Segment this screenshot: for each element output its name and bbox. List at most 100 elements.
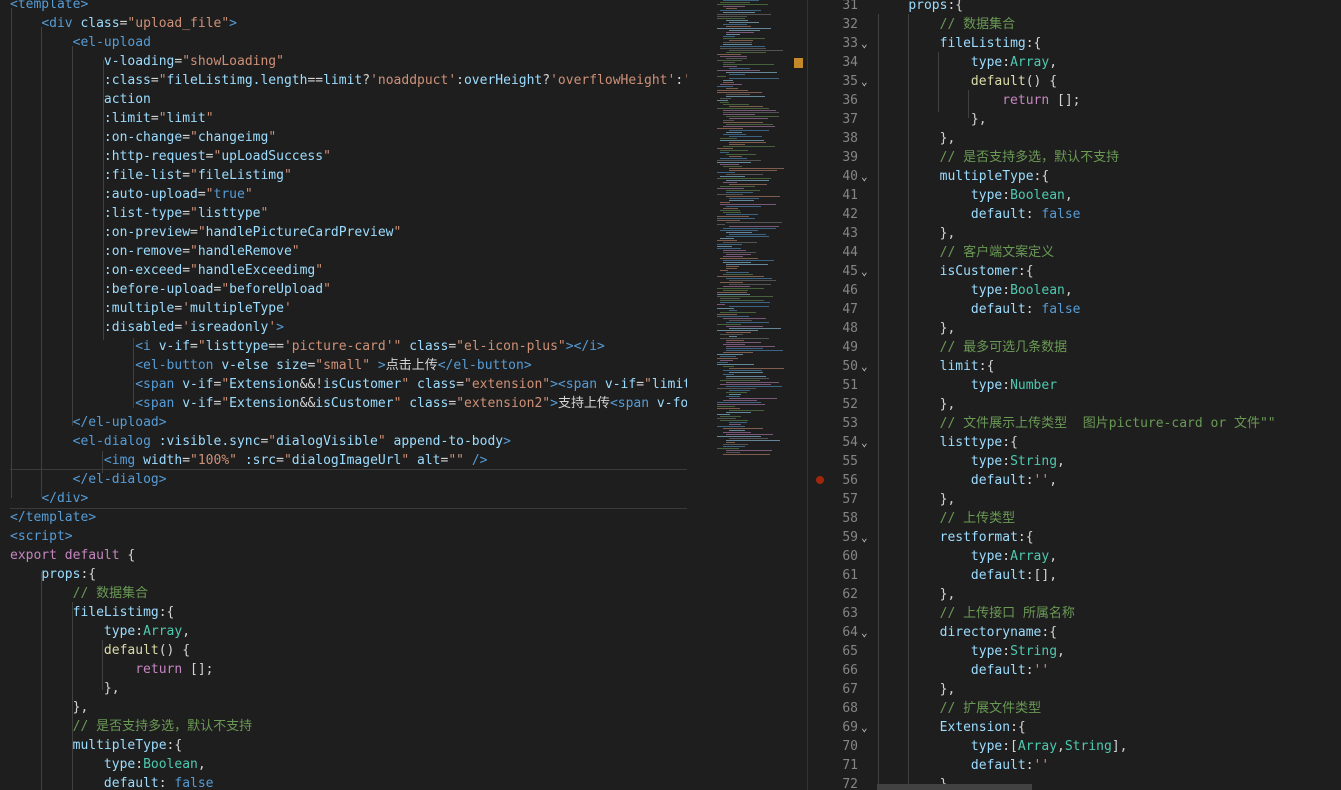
indent-guide <box>878 14 879 790</box>
right-code-line: type:Array, <box>970 55 1058 70</box>
right-code-line: }, <box>939 321 956 336</box>
right-code-line: default:'' <box>970 663 1050 678</box>
indent-guide <box>11 8 12 498</box>
right-code-line: isCustomer:{ <box>939 264 1034 279</box>
line-number: 44 <box>842 245 858 260</box>
left-editor[interactable]: <template> <div class="upload_file"> <el… <box>0 0 697 790</box>
line-number: 57 <box>842 492 858 507</box>
left-code-line: props:{ <box>41 567 97 582</box>
left-code-line: <el-dialog :visible.sync="dialogVisible"… <box>72 434 511 449</box>
left-code-line: <el-upload <box>72 35 151 50</box>
fold-chevron-icon[interactable]: ⌄ <box>861 262 868 281</box>
minimap-marker <box>794 58 803 68</box>
left-code-line: }, <box>103 681 120 696</box>
line-number: 31 <box>842 0 858 13</box>
line-number: 70 <box>842 739 858 754</box>
right-code-line: type:[Array,String], <box>970 739 1128 754</box>
line-number: 72 <box>842 777 858 790</box>
right-code-line: multipleType:{ <box>939 169 1050 184</box>
right-code-line: Extension:{ <box>939 720 1026 735</box>
fold-chevron-icon[interactable]: ⌄ <box>861 357 868 376</box>
line-number: 32 <box>842 17 858 32</box>
line-number: 39 <box>842 150 858 165</box>
right-code-line: type:Boolean, <box>970 283 1073 298</box>
right-code-line: type:Array, <box>970 549 1058 564</box>
line-number: 53 <box>842 416 858 431</box>
left-code-line: </template> <box>10 510 97 525</box>
line-number: 42 <box>842 207 858 222</box>
right-code-line: type:Number <box>970 378 1058 393</box>
line-number: 41 <box>842 188 858 203</box>
left-code-line: export default { <box>10 548 136 563</box>
line-number: 56 <box>842 473 858 488</box>
left-code-line: fileListimg:{ <box>72 605 175 620</box>
left-code-line: <i v-if="listtype=='picture-card'" class… <box>135 339 605 354</box>
right-code-line: }, <box>970 112 987 127</box>
left-code-line: }, <box>72 700 89 715</box>
indent-guide <box>102 640 103 690</box>
fold-chevron-icon[interactable]: ⌄ <box>861 167 868 186</box>
left-code-line: <template> <box>10 0 89 12</box>
left-code-line: <script> <box>10 529 73 544</box>
indent-guide <box>133 338 134 408</box>
indent-guide <box>41 572 42 790</box>
left-code-line: <img width="100%" :src="dialogImageUrl" … <box>103 453 488 468</box>
indent-guide <box>72 46 73 426</box>
left-code-line: </div> <box>41 491 89 506</box>
right-code-line: }, <box>939 226 956 241</box>
left-code-line: :on-change="changeimg" <box>103 130 277 145</box>
horizontal-scrollbar[interactable] <box>877 784 1032 790</box>
fold-chevron-icon[interactable]: ⌄ <box>861 528 868 547</box>
left-code-line: :on-preview="handlePictureCardPreview" <box>103 225 402 240</box>
left-code-line: // 数据集合 <box>72 586 149 601</box>
indent-guide <box>908 14 909 790</box>
right-code-line: default() { <box>970 74 1058 89</box>
line-number: 46 <box>842 283 858 298</box>
line-number: 52 <box>842 397 858 412</box>
left-code-line: :on-exceed="handleExceedimg" <box>103 263 324 278</box>
left-code-line: // 是否支持多选，默认不支持 <box>72 719 253 734</box>
left-code-line: :http-request="upLoadSuccess" <box>103 149 331 164</box>
right-code-line: type:String, <box>970 454 1065 469</box>
indent-guide <box>72 602 73 790</box>
right-code-line: limit:{ <box>939 359 995 374</box>
fold-chevron-icon[interactable]: ⌄ <box>861 718 868 737</box>
left-code-line: </el-dialog> <box>72 472 167 487</box>
line-number: 50 <box>842 359 858 374</box>
line-number: 43 <box>842 226 858 241</box>
right-code-line: props:{ <box>908 0 964 13</box>
indent-guide <box>938 52 939 112</box>
right-code-line: }, <box>939 682 956 697</box>
line-number: 64 <box>842 625 858 640</box>
line-number: 35 <box>842 74 858 89</box>
left-code-line: :class="fileListimg.length==limit?'noadd… <box>103 73 697 88</box>
right-code-line: default:'' <box>970 758 1050 773</box>
right-code-line: }, <box>939 397 956 412</box>
right-code-line: type:String, <box>970 644 1065 659</box>
line-number: 51 <box>842 378 858 393</box>
fold-chevron-icon[interactable]: ⌄ <box>861 433 868 452</box>
left-code-line: <el-button v-else size="small" >点击上传</el… <box>135 358 532 373</box>
line-number: 49 <box>842 340 858 355</box>
line-number: 67 <box>842 682 858 697</box>
line-number: 33 <box>842 36 858 51</box>
fold-chevron-icon[interactable]: ⌄ <box>861 623 868 642</box>
fold-chevron-icon[interactable]: ⌄ <box>861 72 868 91</box>
right-code-line: directoryname:{ <box>939 625 1058 640</box>
right-code-line: // 上传类型 <box>939 511 1016 526</box>
indent-guide <box>41 27 42 497</box>
minimap[interactable] <box>697 0 807 790</box>
left-vertical-scrollbar[interactable] <box>687 0 697 790</box>
line-number: 59 <box>842 530 858 545</box>
right-editor[interactable]: 31 32 33 ⌄ 34 35 ⌄ 36 37 38 39 40 ⌄ 41 42 43 44 45 ⌄ 46 47 48… <box>807 0 1341 790</box>
line-number: 63 <box>842 606 858 621</box>
right-code-line: // 是否支持多选，默认不支持 <box>939 150 1120 165</box>
right-code-line: restformat:{ <box>939 530 1034 545</box>
left-code-line: <span v-if="Extension&&!isCustomer" clas… <box>135 377 692 392</box>
left-code-line: </el-upload> <box>72 415 167 430</box>
fold-chevron-icon[interactable]: ⌄ <box>861 34 868 53</box>
right-code-line: }, <box>939 492 956 507</box>
left-code-line: type:Boolean, <box>103 757 206 772</box>
left-code-line: default() { <box>103 643 191 658</box>
line-number: 40 <box>842 169 858 184</box>
